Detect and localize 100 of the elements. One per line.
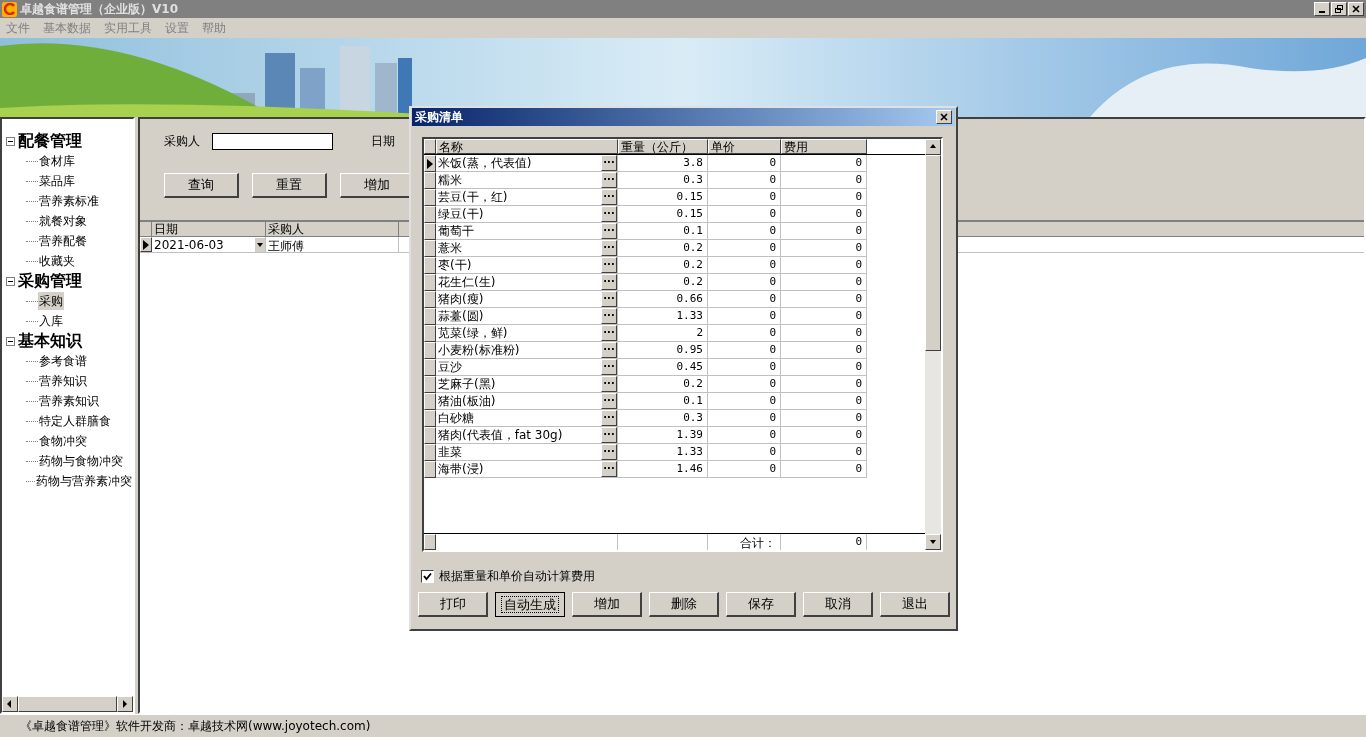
table-cell: 2: [618, 325, 708, 342]
tree-item[interactable]: 药物与营养素冲突: [35, 472, 133, 490]
vertical-scrollbar[interactable]: [925, 139, 941, 550]
scroll-up-icon[interactable]: [925, 139, 941, 155]
restore-icon[interactable]: [1331, 2, 1347, 16]
table-cell: 0: [781, 240, 867, 257]
table-cell-text: 2021-06-03: [153, 236, 225, 254]
dialog-button[interactable]: 退出: [880, 592, 950, 617]
query-button[interactable]: 查询: [164, 173, 239, 198]
ellipsis-button[interactable]: ···: [601, 189, 617, 205]
close-icon[interactable]: [1348, 2, 1364, 16]
dialog-button[interactable]: 取消: [803, 592, 873, 617]
table-cell: 0: [781, 325, 867, 342]
collapse-icon[interactable]: [6, 276, 15, 286]
ellipsis-button[interactable]: ···: [601, 206, 617, 222]
total-label: 合计：: [708, 534, 781, 550]
column-header[interactable]: 采购人: [266, 222, 399, 236]
tree-item[interactable]: 药物与食物冲突: [38, 452, 124, 470]
checkbox-label[interactable]: 根据重量和单价自动计算费用: [439, 567, 595, 585]
ellipsis-button[interactable]: ···: [601, 274, 617, 290]
table-cell: 0: [708, 155, 781, 172]
ellipsis-button[interactable]: ···: [601, 444, 617, 460]
table-cell: 0.15: [618, 206, 708, 223]
collapse-icon[interactable]: [6, 336, 15, 346]
table-cell: 0.1: [618, 393, 708, 410]
table-cell: 0: [781, 291, 867, 308]
tree-item[interactable]: 营养知识: [38, 372, 88, 390]
ellipsis-button[interactable]: ···: [601, 325, 617, 341]
tree-item[interactable]: 特定人群膳食: [38, 412, 112, 430]
scroll-right-icon[interactable]: [117, 696, 133, 712]
table-cell: 0: [708, 325, 781, 342]
dialog-button[interactable]: 增加: [572, 592, 642, 617]
ellipsis-button[interactable]: ···: [601, 410, 617, 426]
scroll-down-icon[interactable]: [925, 534, 941, 550]
table-cell: 0.2: [618, 240, 708, 257]
table-cell: 0: [708, 274, 781, 291]
ellipsis-button[interactable]: ···: [601, 240, 617, 256]
ellipsis-button[interactable]: ···: [601, 172, 617, 188]
column-header[interactable]: 单价: [708, 139, 781, 154]
tree-item[interactable]: 收藏夹: [38, 252, 76, 270]
table-cell: 0.3: [618, 410, 708, 427]
tree-item[interactable]: 入库: [38, 312, 64, 330]
ellipsis-button[interactable]: ···: [601, 376, 617, 392]
tree-item[interactable]: 采购: [38, 292, 64, 310]
ellipsis-button[interactable]: ···: [601, 223, 617, 239]
column-header[interactable]: 费用: [781, 139, 867, 154]
ellipsis-button[interactable]: ···: [601, 257, 617, 273]
dialog-button[interactable]: 打印: [418, 592, 488, 617]
tree-item[interactable]: 食物冲突: [38, 432, 88, 450]
scrollbar-thumb[interactable]: [18, 696, 117, 712]
query-button[interactable]: 重置: [252, 173, 327, 198]
tree-group-label[interactable]: 配餐管理: [18, 129, 82, 153]
table-cell-text: 猪肉(代表值，fat 30g): [437, 427, 564, 444]
ellipsis-button[interactable]: ···: [601, 359, 617, 375]
table-cell: 0: [708, 223, 781, 240]
ellipsis-button[interactable]: ···: [601, 155, 617, 171]
table-cell: 0: [708, 257, 781, 274]
table-cell: 0: [708, 342, 781, 359]
table-cell: 0.3: [618, 172, 708, 189]
table-cell: 0: [781, 172, 867, 189]
table-cell: 0.1: [618, 223, 708, 240]
ellipsis-button[interactable]: ···: [601, 342, 617, 358]
collapse-icon[interactable]: [6, 136, 15, 146]
tree-item[interactable]: 参考食谱: [38, 352, 88, 370]
tree-item[interactable]: 营养素标准: [38, 192, 100, 210]
horizontal-scrollbar[interactable]: [2, 696, 133, 712]
table-cell-text: 猪肉(瘦): [437, 291, 485, 308]
tree-item[interactable]: 就餐对象: [38, 212, 88, 230]
ellipsis-button[interactable]: ···: [601, 393, 617, 409]
ellipsis-button[interactable]: ···: [601, 461, 617, 477]
table-cell: 0: [781, 393, 867, 410]
tree-item[interactable]: 菜品库: [38, 172, 76, 190]
tree-group-label[interactable]: 基本知识: [18, 329, 82, 353]
checkbox[interactable]: [421, 569, 434, 583]
table-cell: 0: [708, 444, 781, 461]
dialog-button[interactable]: 保存: [726, 592, 796, 617]
table-cell: 0: [781, 427, 867, 444]
table-cell: 0: [708, 376, 781, 393]
ellipsis-button[interactable]: ···: [601, 427, 617, 443]
table-cell: 0: [708, 206, 781, 223]
table-cell: 0: [781, 342, 867, 359]
table-cell-text: 蒜薹(圆): [437, 308, 485, 325]
scroll-left-icon[interactable]: [2, 696, 18, 712]
buyer-input[interactable]: [212, 132, 333, 150]
dialog-button[interactable]: 自动生成: [495, 592, 565, 617]
minimize-icon[interactable]: [1314, 2, 1330, 16]
total-value: 0: [781, 534, 867, 550]
tree-item[interactable]: 食材库: [38, 152, 76, 170]
ellipsis-button[interactable]: ···: [601, 308, 617, 324]
table-cell: 0: [708, 172, 781, 189]
tree-group-label[interactable]: 采购管理: [18, 269, 82, 293]
ellipsis-button[interactable]: ···: [601, 291, 617, 307]
scrollbar-thumb[interactable]: [925, 155, 941, 351]
close-icon[interactable]: [936, 110, 952, 124]
tree-item[interactable]: 营养配餐: [38, 232, 88, 250]
column-header[interactable]: 重量（公斤）: [618, 139, 708, 154]
column-header[interactable]: 名称: [436, 139, 618, 154]
dialog-button[interactable]: 删除: [649, 592, 719, 617]
tree-item[interactable]: 营养素知识: [38, 392, 100, 410]
column-header[interactable]: 日期: [152, 222, 266, 236]
